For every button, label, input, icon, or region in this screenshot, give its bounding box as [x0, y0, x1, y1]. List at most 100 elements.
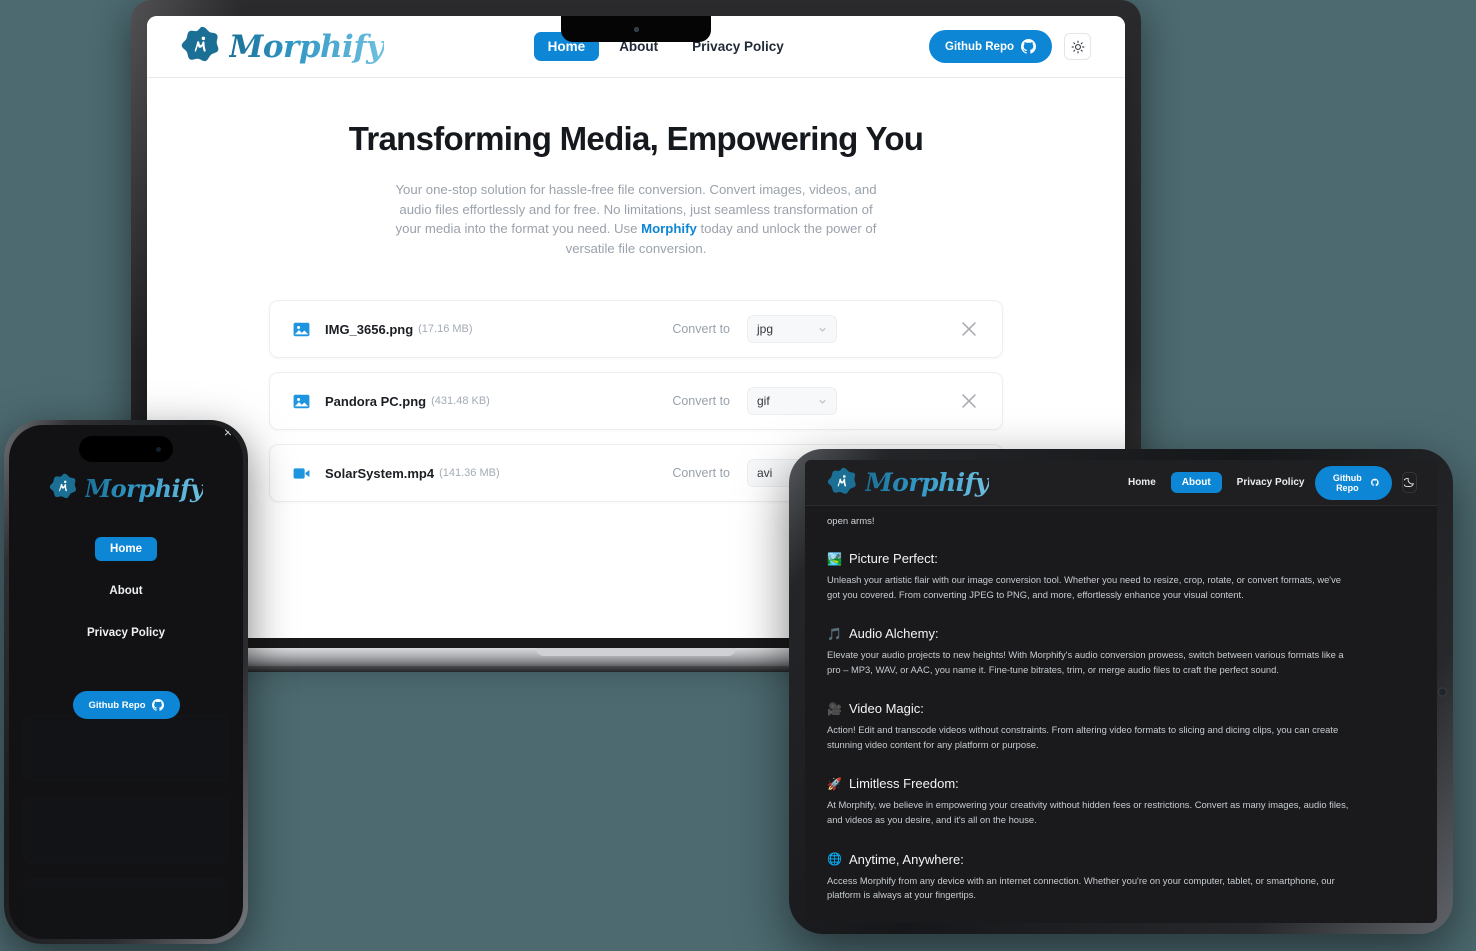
list-item: [23, 715, 229, 781]
morphify-logo-icon: [827, 467, 856, 494]
feature-body: Elevate your audio projects to new heigh…: [827, 649, 1344, 675]
tablet-nav-right: Github Repo: [1315, 465, 1418, 500]
file-name: Pandora PC.png: [325, 393, 427, 409]
github-icon: [151, 699, 164, 711]
close-icon[interactable]: ×: [224, 425, 232, 439]
feature-section: 🎵 Audio Alchemy: Elevate your audio proj…: [827, 626, 1415, 677]
image-file-icon: [293, 322, 310, 336]
logo-wordmark: Morphify: [84, 473, 204, 503]
github-icon: [1371, 478, 1379, 487]
dynamic-island: [79, 436, 173, 462]
feature-body: Action! Edit and transcode videos withou…: [827, 724, 1339, 750]
tablet-viewport: Morphify Home About Privacy Policy Githu…: [805, 460, 1437, 923]
convert-to-label: Convert to: [672, 322, 730, 337]
tablet-nav-link-privacy-policy[interactable]: Privacy Policy: [1226, 472, 1316, 493]
mobile-nav-links: Home About Privacy Policy Github Repo: [9, 537, 243, 719]
mobile-nav-link-about[interactable]: About: [94, 579, 157, 603]
logo-wordmark: Morphify: [865, 468, 989, 497]
remove-file-button[interactable]: [958, 318, 980, 340]
hero-brand-link[interactable]: Morphify: [641, 221, 697, 236]
tablet-site-logo[interactable]: Morphify: [827, 467, 989, 499]
convert-to-label: Convert to: [672, 394, 730, 409]
sun-icon: [1071, 40, 1084, 53]
feature-heading-text: Anytime, Anywhere:: [848, 851, 964, 867]
table-row: IMG_3656.png (17.16 MB) Convert to jpg: [269, 300, 1003, 359]
moon-icon: [1404, 478, 1415, 488]
desktop-nav-right: Github Repo: [929, 30, 1091, 63]
image-file-icon: [293, 394, 310, 408]
github-repo-label: Github Repo: [945, 40, 1014, 53]
mobile-nav-link-home[interactable]: Home: [95, 537, 157, 561]
format-select-value: jpg: [757, 322, 774, 337]
format-select[interactable]: jpg: [747, 315, 837, 344]
feature-section: 🎥 Video Magic: Action! Edit and transcod…: [827, 701, 1415, 752]
feature-heading-text: Picture Perfect:: [848, 551, 938, 566]
feature-heading-text: Video Magic:: [848, 701, 924, 717]
phone-site-logo[interactable]: Morphify: [9, 473, 243, 503]
file-name: IMG_3656.png: [325, 321, 414, 337]
feature-heading: 🎥 Video Magic:: [827, 701, 1415, 716]
morphify-logo-icon: [49, 473, 76, 499]
site-logo[interactable]: Morphify: [181, 26, 384, 68]
tablet-device-mockup: Morphify Home About Privacy Policy Githu…: [789, 449, 1453, 934]
tablet-nav-link-home[interactable]: Home: [1117, 472, 1167, 493]
file-size: (17.16 MB): [418, 323, 473, 336]
format-select-value: avi: [757, 466, 773, 481]
list-item: [23, 879, 229, 939]
feature-section: 🏞️ Picture Perfect: Unleash your artisti…: [827, 551, 1415, 602]
feature-body: At Morphify, we believe in empowering yo…: [827, 799, 1349, 826]
morphify-logo-icon: [181, 26, 219, 61]
format-select[interactable]: gif: [747, 387, 837, 416]
tablet-about-content: open arms! 🏞️ Picture Perfect: Unleash y…: [805, 506, 1437, 903]
github-icon: [1021, 39, 1036, 54]
convert-to-label: Convert to: [672, 466, 730, 481]
tablet-nav-links: Home About Privacy Policy: [1117, 472, 1316, 493]
file-size: (141.36 MB): [439, 467, 500, 480]
file-size: (431.48 KB): [431, 395, 490, 408]
feature-heading: 🎵 Audio Alchemy:: [827, 626, 1415, 641]
chevron-down-icon: [819, 399, 826, 404]
row-controls: Convert to jpg: [672, 315, 980, 344]
mobile-github-repo-label: Github Repo: [88, 699, 146, 711]
feature-heading: 🌐 Anytime, Anywhere:: [827, 852, 1415, 867]
feature-heading: 🏞️ Picture Perfect:: [827, 551, 1415, 566]
music-note-icon: 🎵: [827, 626, 842, 641]
logo-wordmark: Morphify: [229, 28, 384, 65]
webcam-icon: [633, 26, 639, 32]
feature-body: Access Morphify from any device with an …: [827, 874, 1335, 901]
remove-file-button[interactable]: [958, 390, 980, 412]
page-title: Transforming Media, Empowering You: [348, 120, 924, 157]
feature-section: 🚀 Limitless Freedom: At Morphify, we bel…: [827, 776, 1415, 827]
list-item: [23, 797, 229, 863]
phone-background-content: [9, 715, 243, 939]
movie-camera-icon: 🎥: [827, 701, 842, 716]
table-row: Pandora PC.png (431.48 KB) Convert to gi…: [269, 372, 1003, 431]
front-camera-icon: [156, 446, 161, 452]
file-name: SolarSystem.mp4: [325, 465, 435, 481]
mobile-github-repo-button[interactable]: Github Repo: [72, 691, 180, 719]
tablet-navbar: Morphify Home About Privacy Policy Githu…: [805, 460, 1437, 506]
feature-heading-text: Audio Alchemy:: [848, 626, 939, 642]
phone-frame: × Morphify Home About Privacy Policy Git…: [4, 420, 248, 944]
theme-toggle-button[interactable]: [1064, 33, 1091, 60]
feature-section: 🌐 Anytime, Anywhere: Access Morphify fro…: [827, 852, 1415, 903]
mobile-nav-link-privacy-policy[interactable]: Privacy Policy: [72, 621, 180, 645]
phone-device-mockup: × Morphify Home About Privacy Policy Git…: [4, 420, 248, 944]
tablet-github-repo-label: Github Repo: [1332, 472, 1362, 493]
video-file-icon: [293, 467, 310, 479]
tablet-github-repo-button[interactable]: Github Repo: [1315, 465, 1392, 500]
github-repo-button[interactable]: Github Repo: [929, 30, 1052, 63]
content-fragment: open arms!: [827, 516, 875, 527]
rocket-icon: 🚀: [827, 776, 842, 791]
row-controls: Convert to gif: [672, 387, 980, 416]
feature-body: Unleash your artistic flair with our ima…: [827, 574, 1341, 600]
feature-heading: 🚀 Limitless Freedom:: [827, 776, 1415, 791]
chevron-down-icon: [819, 327, 826, 332]
format-select-value: gif: [757, 394, 770, 409]
tablet-theme-toggle-button[interactable]: [1401, 472, 1418, 493]
tablet-nav-link-about[interactable]: About: [1170, 472, 1222, 493]
globe-icon: 🌐: [827, 852, 842, 867]
tablet-frame: Morphify Home About Privacy Policy Githu…: [789, 449, 1453, 934]
hero-paragraph: Your one-stop solution for hassle-free f…: [391, 180, 881, 258]
picture-icon: 🏞️: [827, 551, 842, 566]
